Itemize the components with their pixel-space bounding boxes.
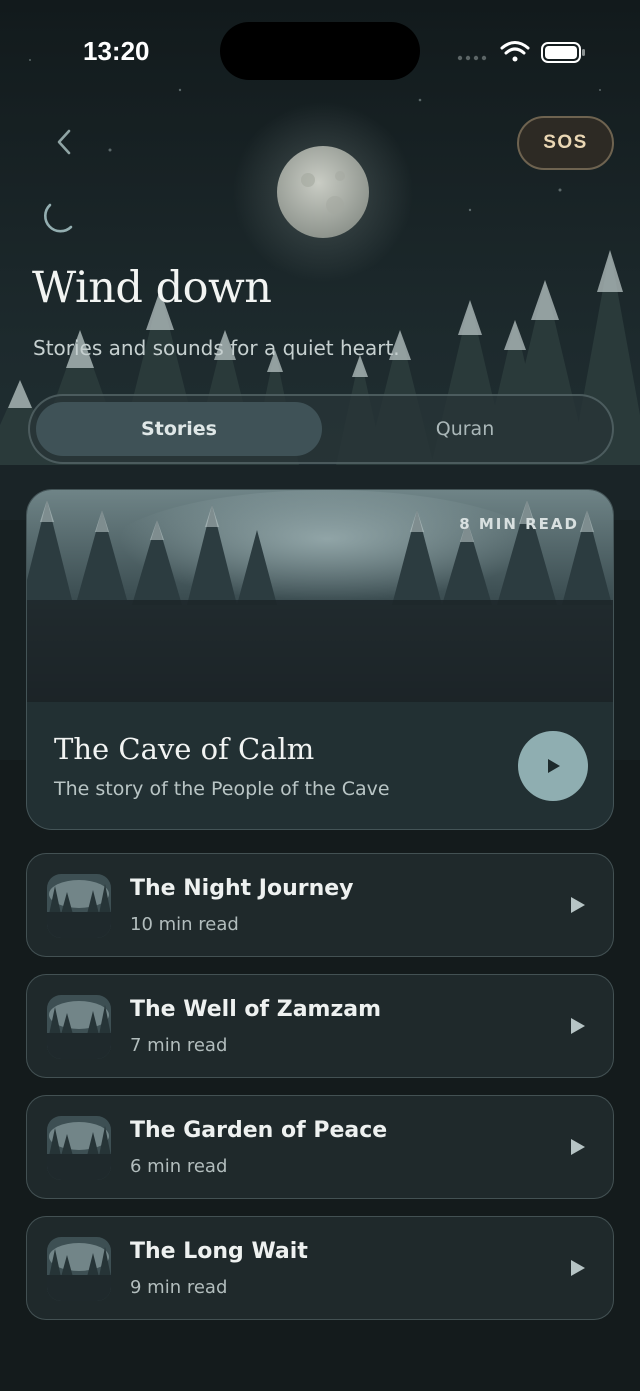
- story-read-time: 10 min read: [130, 914, 239, 935]
- sos-button[interactable]: SOS: [517, 116, 614, 170]
- tab-quran[interactable]: Quran: [322, 402, 608, 456]
- play-icon[interactable]: [569, 1137, 587, 1157]
- battery-icon: [541, 42, 585, 63]
- play-icon[interactable]: [569, 895, 587, 915]
- status-time: 13:20: [83, 36, 150, 66]
- chevron-left-icon: [57, 129, 71, 155]
- story-title: The Long Wait: [130, 1239, 308, 1264]
- story-thumbnail: [47, 874, 111, 938]
- story-read-time: 7 min read: [130, 1035, 228, 1056]
- play-icon: [548, 759, 560, 773]
- story-thumbnail: [47, 995, 111, 1059]
- featured-subtitle: The story of the People of the Cave: [54, 778, 390, 800]
- story-title: The Night Journey: [130, 876, 354, 901]
- play-icon[interactable]: [569, 1258, 587, 1278]
- story-title: The Garden of Peace: [130, 1118, 388, 1143]
- list-item-garden-of-peace[interactable]: The Garden of Peace 6 min read: [26, 1095, 614, 1199]
- dynamic-island: [220, 22, 420, 80]
- featured-story-card[interactable]: 8 MIN READ The Cave of Calm The story of…: [26, 489, 614, 830]
- story-title: The Well of Zamzam: [130, 997, 382, 1022]
- page-title: Wind down: [32, 263, 272, 313]
- featured-play-button[interactable]: [518, 731, 588, 801]
- list-item-well-of-zamzam[interactable]: The Well of Zamzam 7 min read: [26, 974, 614, 1078]
- read-time-badge: 8 MIN READ: [459, 515, 579, 533]
- story-read-time: 6 min read: [130, 1156, 228, 1177]
- moon-icon: [44, 203, 73, 233]
- status-icons: [457, 41, 585, 63]
- wifi-icon: [500, 41, 530, 62]
- page-subtitle: Stories and sounds for a quiet heart.: [33, 336, 400, 360]
- stories-quran-tabs: Stories Quran: [28, 394, 614, 464]
- status-bar: 13:20: [0, 0, 640, 100]
- back-button[interactable]: [42, 120, 86, 164]
- featured-title: The Cave of Calm: [54, 732, 315, 766]
- tab-stories[interactable]: Stories: [36, 402, 322, 456]
- story-read-time: 9 min read: [130, 1277, 228, 1298]
- story-thumbnail: [47, 1237, 111, 1301]
- list-item-night-journey[interactable]: The Night Journey 10 min read: [26, 853, 614, 957]
- list-item-long-wait[interactable]: The Long Wait 9 min read: [26, 1216, 614, 1320]
- signal-icon: [457, 55, 487, 61]
- story-thumbnail: [47, 1116, 111, 1180]
- play-icon[interactable]: [569, 1016, 587, 1036]
